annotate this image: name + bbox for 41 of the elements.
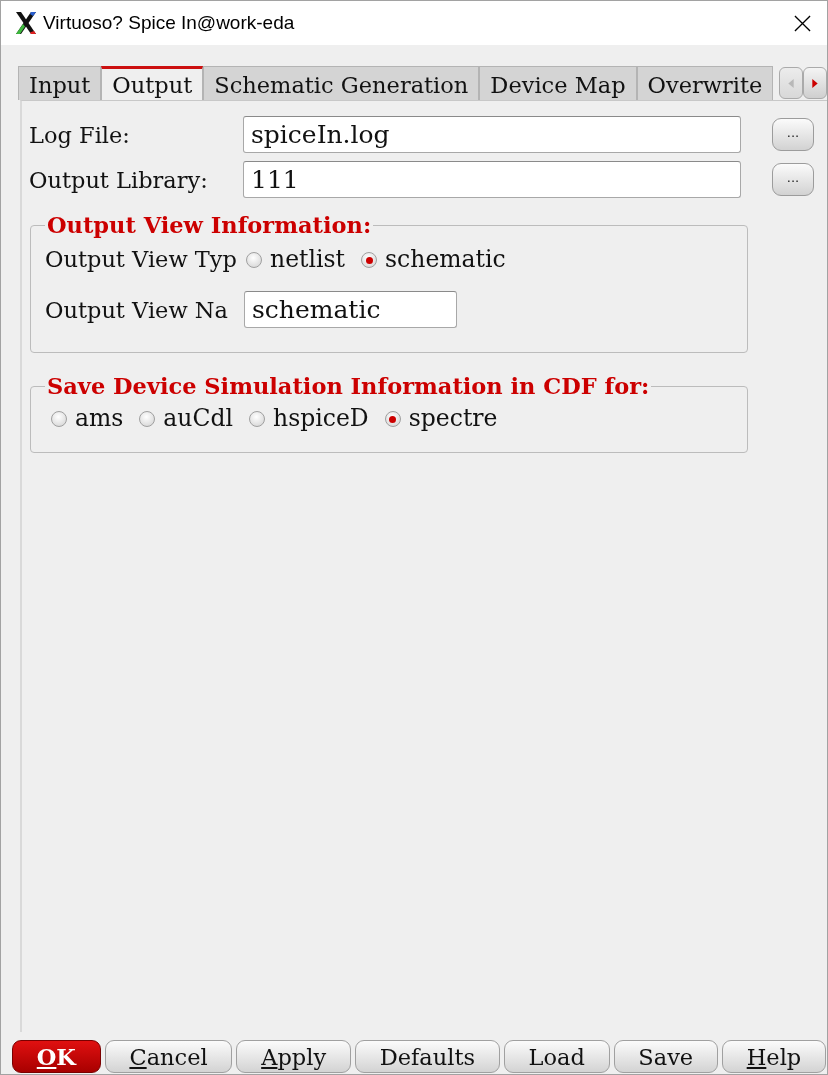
x-logo-icon [14, 11, 38, 35]
radio-option[interactable]: ams [49, 404, 124, 432]
field-label: Output Library: [29, 166, 209, 193]
dialog-button[interactable]: Cancel [104, 1040, 233, 1073]
tab[interactable]: Overwrite [636, 66, 774, 100]
radio-option[interactable]: netlist [244, 245, 346, 273]
browse-button[interactable]: ... [772, 118, 814, 151]
default-button[interactable]: OK [12, 1040, 101, 1073]
left-arrow-icon [786, 76, 796, 90]
dialog-button[interactable]: Load [503, 1040, 610, 1073]
radio-button-icon[interactable] [361, 252, 378, 268]
radio-option[interactable]: auCdl [137, 404, 234, 432]
dialog-button[interactable]: Help [721, 1040, 826, 1073]
radio-button-icon[interactable] [51, 411, 67, 427]
right-arrow-icon [810, 76, 820, 90]
scroll-right-button[interactable] [803, 67, 827, 99]
dialog-button[interactable]: Apply [236, 1040, 351, 1073]
radio-option[interactable]: hspiceD [247, 404, 369, 432]
text-field[interactable]: spiceIn.log [243, 116, 741, 153]
close-icon[interactable] [794, 14, 811, 32]
tab[interactable]: Device Map [479, 66, 637, 100]
browse-button[interactable]: ... [772, 163, 814, 196]
group-title: Output View Information: [46, 212, 373, 238]
radio-button-icon[interactable] [246, 252, 262, 268]
radio-button-icon[interactable] [384, 411, 401, 427]
radio-option[interactable]: spectre [382, 404, 498, 432]
dialog-button[interactable]: Save [613, 1040, 718, 1073]
dialog-button[interactable]: Defaults [354, 1040, 500, 1073]
row-label: Output View Na [45, 296, 229, 323]
tab[interactable]: Output [101, 66, 204, 100]
group-title: Save Device Simulation Information in CDF for: [46, 373, 651, 399]
radio-button-icon[interactable] [249, 411, 266, 427]
text-field[interactable]: schematic [244, 291, 457, 328]
tab[interactable]: Schematic Generation [203, 66, 480, 100]
tab[interactable]: Input [18, 66, 102, 100]
text-field[interactable]: 111 [243, 161, 741, 198]
row-label: Output View Typ [45, 246, 238, 272]
window-title: Virtuoso? Spice In@work-eda [43, 12, 296, 34]
radio-button-icon[interactable] [139, 411, 156, 427]
radio-option[interactable]: schematic [359, 245, 506, 273]
field-label: Log File: [29, 121, 131, 148]
